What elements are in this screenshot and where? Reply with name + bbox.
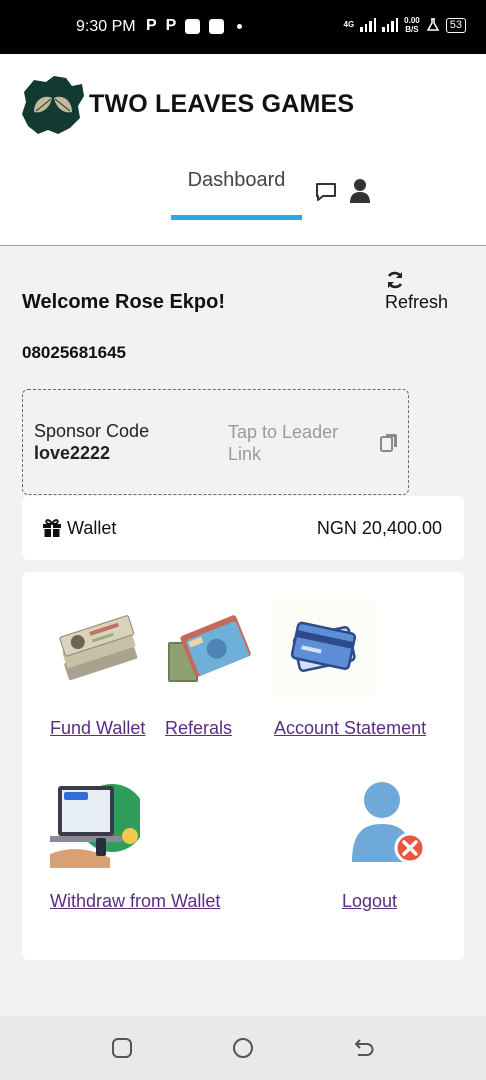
recent-apps-icon[interactable] [110, 1036, 134, 1060]
logout-link[interactable]: Logout [342, 891, 397, 912]
referals-link[interactable]: Referals [165, 718, 232, 739]
status-right: 4G 0.00 B/S 53 [343, 16, 466, 34]
sponsor-code-label: Sponsor Code [34, 421, 150, 441]
status-bar: 9:30 PM P P 4G 0.00 B/S 53 [0, 0, 486, 54]
withdraw-from-wallet-link[interactable]: Withdraw from Wallet [50, 891, 220, 912]
active-tab-indicator [171, 215, 302, 220]
fund-wallet-link[interactable]: Fund Wallet [50, 718, 145, 739]
refresh-button[interactable]: Refresh [385, 270, 455, 313]
phone-number: 08025681645 [22, 343, 127, 362]
network-type: 4G [343, 20, 355, 29]
welcome-message: Welcome Rose Ekpo! [22, 291, 226, 313]
app-header: TWO LEAVES GAMES Dashboard [0, 54, 486, 246]
sponsor-code-box: Sponsor Code love2222 Tap to Leader Link [22, 389, 409, 495]
credit-card-icon[interactable] [272, 600, 376, 696]
chat-icon[interactable] [314, 180, 338, 204]
signal-icon-2 [382, 18, 399, 32]
battery-icon: 53 [445, 17, 466, 33]
network-speed: 0.00 B/S [404, 16, 420, 34]
signal-icon [360, 18, 377, 32]
leader-link-button[interactable]: Tap to Leader Link [228, 421, 368, 465]
notification-p-icon: P [165, 17, 177, 34]
tab-dashboard-label: Dashboard [187, 169, 286, 191]
home-icon[interactable] [231, 1036, 255, 1060]
user-remove-icon[interactable] [348, 774, 432, 870]
account-statement-link[interactable]: Account Statement [274, 718, 426, 739]
wallet-card: Wallet NGN 20,400.00 [22, 496, 464, 560]
notification-square-icon [209, 18, 225, 34]
refresh-label: Refresh [385, 292, 449, 312]
system-nav-bar [0, 1016, 486, 1080]
more-notifications-dot-icon [237, 23, 243, 29]
brand-title: TWO LEAVES GAMES [89, 90, 355, 118]
cash-stack-icon[interactable] [54, 602, 142, 690]
refresh-icon [387, 271, 403, 289]
flask-icon [426, 18, 440, 31]
menu-card: Fund Wallet Referals Account Statement W… [22, 572, 464, 960]
sponsor-code-value: love2222 [34, 443, 111, 463]
gift-icon [43, 519, 61, 537]
money-bundle-icon[interactable] [166, 602, 256, 690]
wallet-label: Wallet [67, 518, 117, 538]
notification-square-icon [185, 18, 201, 34]
nigeria-map-leaves-logo-icon [22, 76, 84, 134]
tab-dashboard[interactable]: Dashboard [171, 164, 302, 220]
notification-p-icon: P [146, 17, 157, 34]
status-time: 9:30 PM [76, 18, 136, 35]
back-icon[interactable] [352, 1036, 376, 1060]
wallet-balance: NGN 20,400.00 [316, 518, 442, 538]
cashout-laptop-icon[interactable] [50, 776, 140, 868]
notification-icons: P P [146, 17, 243, 35]
copy-icon[interactable] [380, 433, 398, 453]
user-icon[interactable] [349, 178, 371, 204]
